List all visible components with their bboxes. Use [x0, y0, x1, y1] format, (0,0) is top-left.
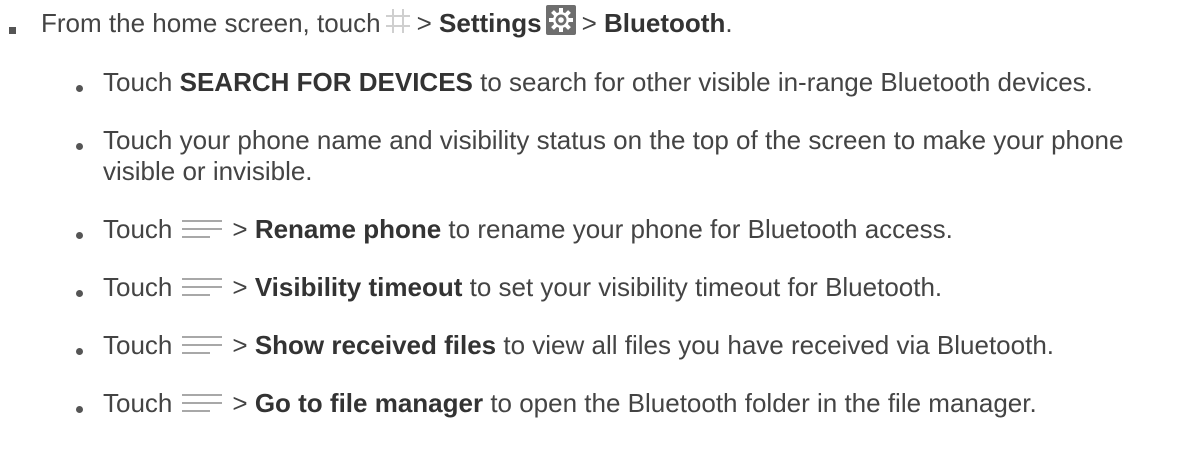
item-suffix: to view all files you have received via … [503, 330, 1055, 360]
intro-end: . [725, 8, 733, 38]
square-bullet [9, 27, 16, 34]
go-to-file-manager-label: Go to file manager [254, 388, 484, 418]
list-item-text: Touch > Visibility timeout to set your vi… [103, 272, 942, 303]
item-prefix: Touch [103, 388, 173, 418]
item-separator: > [232, 272, 248, 302]
intro-separator-1: > [416, 8, 432, 38]
item-prefix: Touch [103, 330, 173, 360]
bluetooth-label: Bluetooth [604, 8, 726, 38]
rename-phone-label: Rename phone [254, 214, 442, 244]
item-suffix: to set your visibility timeout for Bluet… [469, 272, 943, 302]
search-for-devices-label: SEARCH FOR DEVICES [179, 67, 473, 97]
list-item-text: Touch > Rename phone to rename your phone… [103, 214, 953, 245]
list-item-text: Touch SEARCH FOR DEVICES to search for o… [103, 67, 1093, 98]
visibility-timeout-label: Visibility timeout [254, 272, 463, 302]
item-prefix: Touch [103, 214, 173, 244]
instruction-document: From the home screen, touch > Settings > B… [0, 0, 1194, 457]
settings-gear-icon [545, 5, 576, 36]
menu-icon [182, 274, 223, 297]
dot-bullet [76, 406, 83, 413]
item-suffix: to search for other visible in-range Blu… [480, 67, 1093, 97]
intro-prefix: From the home screen, touch [41, 8, 381, 38]
list-item-line-2: visible or invisible. [103, 156, 313, 186]
menu-icon [182, 216, 223, 239]
menu-icon [182, 390, 223, 413]
dot-bullet [76, 143, 83, 150]
item-separator: > [232, 388, 248, 418]
dot-bullet [76, 85, 83, 92]
dot-bullet [76, 290, 83, 297]
intro-text: From the home screen, touch > Settings > B… [41, 5, 733, 40]
dot-bullet [76, 232, 83, 239]
dot-bullet [76, 348, 83, 355]
apps-grid-icon [385, 8, 411, 34]
list-item-line-1: Touch your phone name and visibility sta… [103, 125, 1124, 155]
item-suffix: to open the Bluetooth folder in the file… [490, 388, 1037, 418]
item-separator: > [232, 214, 248, 244]
item-separator: > [232, 330, 248, 360]
item-prefix: Touch [103, 67, 173, 97]
item-suffix: to rename your phone for Bluetooth acces… [448, 214, 953, 244]
menu-icon [182, 332, 223, 355]
show-received-files-label: Show received files [254, 330, 497, 360]
settings-label: Settings [439, 8, 542, 38]
item-prefix: Touch [103, 272, 173, 302]
list-item-text: Touch > Show received files to view all f… [103, 330, 1054, 361]
intro-separator-2: > [581, 8, 597, 38]
list-item-text: Touch > Go to file manager to open the Bl… [103, 388, 1037, 419]
